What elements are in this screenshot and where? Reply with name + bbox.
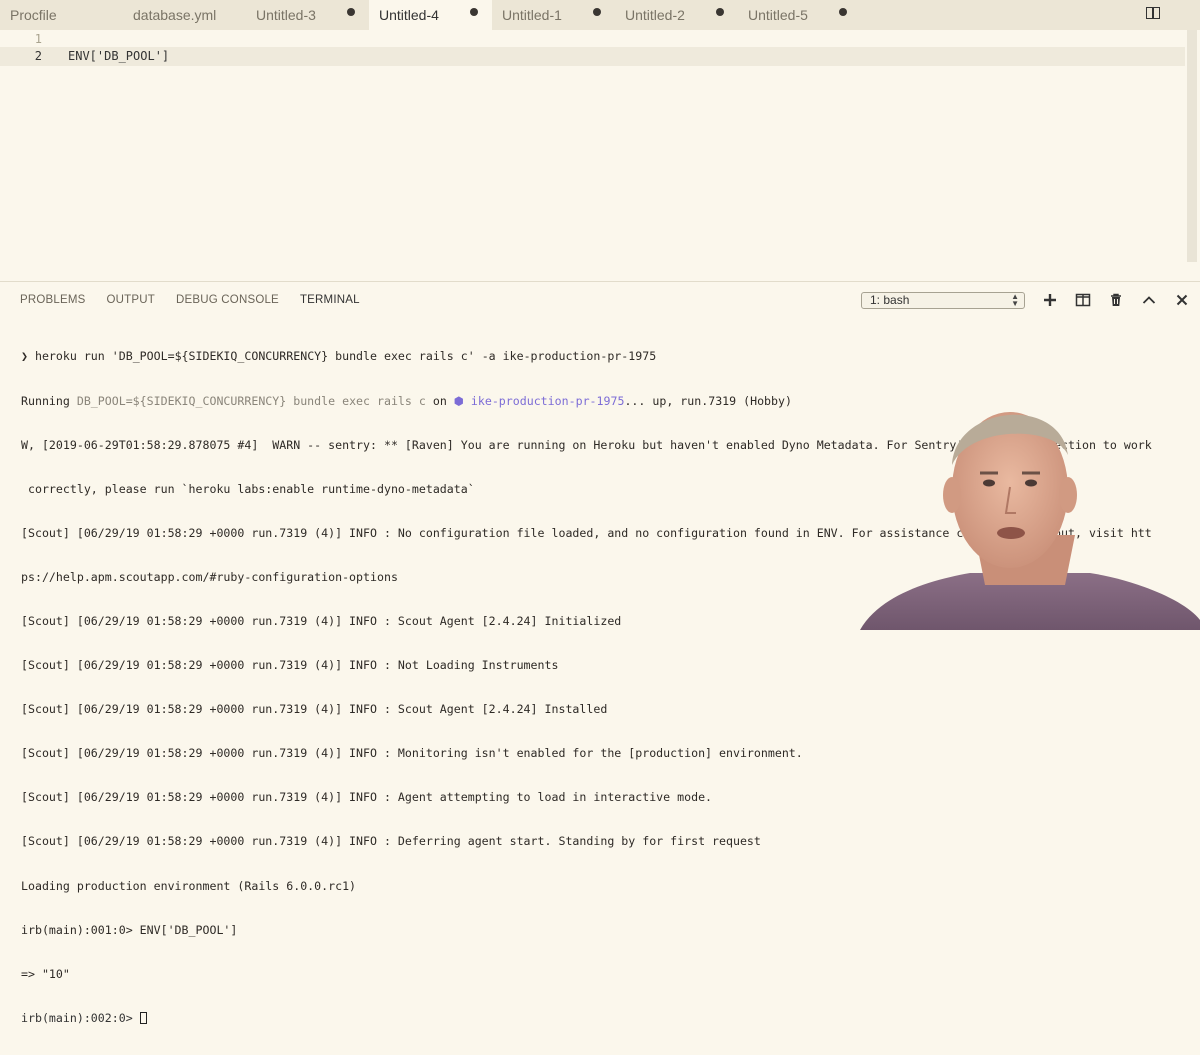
tab-database-yml[interactable]: database.yml [123,0,246,30]
unsaved-dot-icon[interactable] [593,8,601,16]
plus-icon [1044,294,1056,306]
maximize-panel-button[interactable] [1140,292,1158,308]
tab-untitled-2[interactable]: Untitled-2 [615,0,738,30]
split-editor-button[interactable] [1146,7,1160,19]
select-caret-icon: ▲ ▼ [1011,292,1019,308]
editor-tab-bar: Procfile database.yml Untitled-3 Untitle… [0,0,1200,30]
tab-label: Untitled-5 [748,7,808,23]
heroku-app-icon: ⬢ [453,393,464,408]
terminal-line: ❯ heroku run 'DB_POOL=${SIDEKIQ_CONCURRE… [21,349,1186,364]
terminal-line: [Scout] [06/29/19 01:58:29 +0000 run.731… [21,658,559,673]
line-number: 2 [34,49,42,63]
terminal-line: => "10" [21,966,70,981]
chevron-up-icon [1142,296,1156,304]
trash-icon [1111,293,1121,306]
tab-label: Untitled-1 [502,7,562,23]
split-editor-icon [1146,7,1160,19]
tab-problems[interactable]: PROBLEMS [20,282,86,318]
tab-label: Untitled-2 [625,7,685,23]
terminal-cursor [139,1011,147,1024]
tab-untitled-3[interactable]: Untitled-3 [246,0,369,30]
unsaved-dot-icon[interactable] [716,8,724,16]
editor-line-current: 2 ENV['DB_POOL'] [0,47,1185,66]
running-status: ... up, run.7319 (Hobby) [624,393,792,408]
tab-debug-console[interactable]: DEBUG CONSOLE [176,282,279,318]
close-panel-button[interactable] [1173,292,1191,308]
terminal-line: irb(main):001:0> ENV['DB_POOL'] [21,922,238,937]
running-on: on [425,393,454,408]
tab-procfile[interactable]: Procfile [0,0,123,30]
terminal-line: Loading production environment (Rails 6.… [21,878,357,893]
terminal-select[interactable]: 1: bash ▲ ▼ [861,292,1025,309]
line-code: ENV['DB_POOL'] [68,49,170,63]
terminal-line: [Scout] [06/29/19 01:58:29 +0000 run.731… [21,746,803,761]
irb-prompt: irb(main):002:0> [21,1010,140,1025]
presenter-image [860,412,1200,630]
tab-untitled-5[interactable]: Untitled-5 [738,0,861,30]
tab-label: database.yml [133,7,217,23]
tab-untitled-1[interactable]: Untitled-1 [492,0,615,30]
tab-label: Untitled-3 [256,7,316,23]
kill-terminal-button[interactable] [1107,292,1125,308]
prompt-chevron: ❯ [21,349,35,364]
code-editor[interactable]: 1 2 ENV['DB_POOL'] [0,30,1200,281]
tab-output[interactable]: OUTPUT [107,282,155,318]
new-terminal-button[interactable] [1041,292,1059,308]
editor-scrollbar[interactable] [1187,30,1197,262]
tab-terminal[interactable]: TERMINAL [300,282,360,318]
tab-label: Procfile [10,7,57,23]
split-terminal-icon [1075,293,1091,307]
webcam-presenter-overlay [860,395,1200,630]
heroku-app-name: ike-production-pr-1975 [463,393,625,408]
terminal-line: [Scout] [06/29/19 01:58:29 +0000 run.731… [21,702,608,717]
panel-tab-bar: PROBLEMS OUTPUT DEBUG CONSOLE TERMINAL [20,282,381,318]
terminal-line: [Scout] [06/29/19 01:58:29 +0000 run.731… [21,790,713,805]
terminal-line: [Scout] [06/29/19 01:58:29 +0000 run.731… [21,834,761,849]
running-command: DB_POOL=${SIDEKIQ_CONCURRENCY} bundle ex… [76,393,426,408]
split-terminal-button[interactable] [1074,292,1092,308]
running-word: Running [21,393,77,408]
unsaved-dot-icon[interactable] [470,8,478,16]
tab-untitled-4[interactable]: Untitled-4 [369,0,492,30]
terminal-line-prompt: irb(main):002:0> [21,1011,1186,1026]
close-icon [1176,294,1188,306]
tab-label: Untitled-4 [379,7,439,23]
terminal-command: heroku run 'DB_POOL=${SIDEKIQ_CONCURRENC… [34,349,657,364]
unsaved-dot-icon[interactable] [839,8,847,16]
terminal-select-value: 1: bash [870,293,910,307]
unsaved-dot-icon[interactable] [347,8,355,16]
